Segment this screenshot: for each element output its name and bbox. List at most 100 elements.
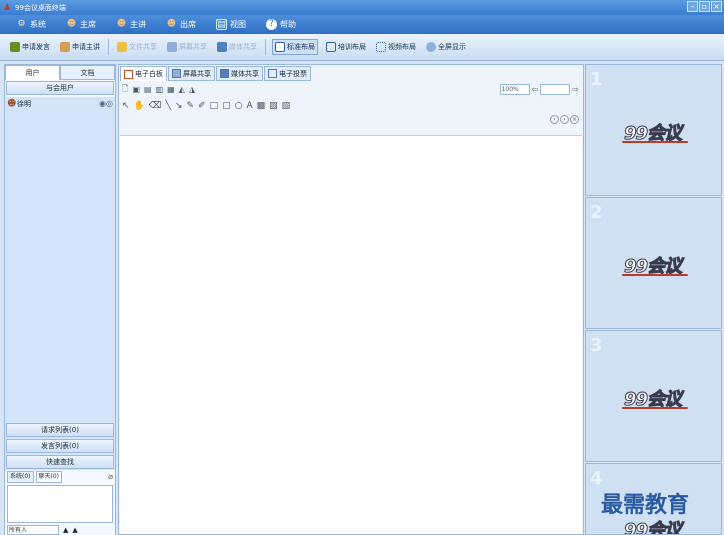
rectangle-tool-icon[interactable]: □ (210, 101, 219, 111)
layout-icon (275, 42, 285, 52)
button-label: 申请主讲 (72, 43, 100, 51)
tab-chat[interactable]: 聊天(0) (35, 470, 62, 483)
apply-lecture-button[interactable]: 申请主讲 (58, 40, 102, 54)
whiteboard-canvas[interactable] (120, 135, 582, 534)
restore-icon[interactable]: ▫ (699, 1, 710, 12)
standard-layout-button[interactable]: 标准布局 (272, 39, 318, 55)
button-label: 全屏显示 (438, 43, 466, 51)
media-icon (220, 69, 229, 78)
video-panel[interactable]: 2 99会议 (585, 197, 722, 329)
drawing-toolbar: ↖ ✋ ⌫ ╲ ↘ ✎ ✐ □ ▢ ○ A ▩ ▨ ▧ (119, 98, 583, 113)
chat-target-select[interactable]: 所有人 (7, 525, 59, 535)
next-icon[interactable]: › (560, 115, 569, 124)
zoom-select[interactable]: 100% (499, 84, 530, 95)
file-share-button[interactable]: 文件共享 (115, 40, 159, 54)
video-panel[interactable]: 1 99会议 (585, 64, 722, 196)
hand-tool-icon[interactable]: ✋ (134, 101, 145, 111)
tab-label: 电子投票 (279, 69, 307, 78)
apply-speak-button[interactable]: 申请发言 (8, 40, 52, 54)
logo-underline (622, 141, 688, 143)
menu-help[interactable]: ? 帮助 (266, 19, 296, 30)
undo-icon[interactable]: ◭ (179, 85, 185, 94)
menu-label: 主席 (80, 20, 96, 29)
user-icon: ☻ (7, 98, 17, 109)
menu-lecturer[interactable]: ☻ 主讲 (116, 19, 146, 30)
ellipse-tool-icon[interactable]: ○ (235, 101, 243, 111)
menu-attend[interactable]: ☻ 出席 (166, 19, 196, 30)
tab-label: 屏幕共享 (183, 69, 211, 78)
request-list-button[interactable]: 请求列表(0) (6, 423, 114, 437)
video-panel[interactable]: 3 99会议 (585, 330, 722, 462)
list-buttons: 请求列表(0) 发言列表(0) 快速查找 (6, 421, 114, 469)
panel-number: 1 (590, 69, 603, 90)
speak-list-button[interactable]: 发言列表(0) (6, 439, 114, 453)
watermark: 最需教育 (601, 492, 690, 518)
video-layout-button[interactable]: 视频布局 (374, 40, 418, 54)
pencil-tool-icon[interactable]: ✎ (186, 101, 194, 111)
line-width-icon[interactable]: ▧ (282, 101, 291, 111)
chat-panel: 系统(0) 聊天(0) ⌀ 所有人 ▲ ▲ (5, 470, 115, 535)
save-icon[interactable]: ▤ (144, 85, 152, 94)
left-panel: 用户 文档 与会用户 ☻ 徐明 ◉◎ 请求列表(0) 发言列表(0) 快速查找 … (4, 64, 116, 535)
whiteboard-icon (124, 69, 133, 79)
next-page-icon[interactable]: ⇨ (572, 85, 579, 94)
prev-page-icon[interactable]: ⇦ (532, 85, 539, 94)
attendees-header[interactable]: 与会用户 (6, 81, 114, 95)
training-layout-button[interactable]: 培训布局 (324, 40, 368, 54)
screen-icon (167, 42, 177, 52)
layout-icon (326, 42, 336, 52)
window-controls: – ▫ × (687, 1, 722, 12)
rounded-rect-tool-icon[interactable]: ▢ (222, 101, 231, 111)
menu-label: 视图 (230, 20, 246, 29)
close-icon[interactable]: × (570, 115, 579, 124)
button-label: 标准布局 (287, 43, 315, 51)
tab-documents[interactable]: 文档 (60, 65, 115, 80)
button-label: 屏幕共享 (179, 43, 207, 51)
media-share-button[interactable]: 媒体共享 (215, 40, 259, 54)
redo-icon[interactable]: ◮ (189, 85, 195, 94)
image-tool-icon[interactable]: ▩ (257, 101, 266, 111)
fullscreen-button[interactable]: 全屏显示 (424, 40, 468, 54)
chat-target-row: 所有人 ▲ ▲ (5, 525, 115, 535)
menu-chair[interactable]: ☻ 主席 (66, 19, 96, 30)
main-toolbar: 申请发言 申请主讲 文件共享 屏幕共享 媒体共享 标准布局 培训布局 视频布局 … (0, 34, 724, 61)
clear-icon[interactable]: ⌀ (108, 472, 113, 481)
quick-search-button[interactable]: 快速查找 (6, 455, 114, 469)
tab-vote[interactable]: 电子投票 (264, 66, 311, 81)
select-tool-icon[interactable]: ↖ (122, 101, 130, 111)
tab-users[interactable]: 用户 (5, 65, 60, 80)
menu-view[interactable]: ▤ 视图 (216, 19, 246, 30)
screen-share-button[interactable]: 屏幕共享 (165, 40, 209, 54)
eraser-tool-icon[interactable]: ⌫ (149, 101, 162, 111)
open-icon[interactable]: ▣ (132, 85, 140, 94)
arrow-tool-icon[interactable]: ↘ (175, 101, 183, 111)
color-tool-icon[interactable]: ▨ (269, 101, 278, 111)
menu-system[interactable]: ⚙ 系统 (16, 19, 46, 30)
tab-system[interactable]: 系统(0) (7, 470, 34, 483)
arrow-up-icon[interactable]: ▲ (72, 526, 77, 534)
tab-media-share[interactable]: 媒体共享 (216, 66, 263, 81)
title-bar: ♟ 99会议桌面终端 – ▫ × (0, 0, 724, 15)
minimize-icon[interactable]: – (687, 1, 698, 12)
separator (265, 39, 266, 55)
chat-messages[interactable] (7, 485, 113, 523)
line-tool-icon[interactable]: ╲ (166, 101, 171, 111)
export-icon[interactable]: ▥ (156, 85, 164, 94)
text-tool-icon[interactable]: A (246, 101, 252, 111)
button-label: 培训布局 (338, 43, 366, 51)
fullscreen-icon (426, 42, 436, 52)
view-icon: ▤ (216, 19, 227, 30)
close-icon[interactable]: × (711, 1, 722, 12)
chat-tabs: 系统(0) 聊天(0) ⌀ (5, 470, 115, 483)
tab-screen-share[interactable]: 屏幕共享 (168, 66, 215, 81)
tab-whiteboard[interactable]: 电子白板 (120, 66, 167, 81)
new-page-icon[interactable]: 🗋 (122, 83, 128, 97)
page-select[interactable] (540, 84, 571, 95)
prev-icon[interactable]: ‹ (550, 115, 559, 124)
list-item[interactable]: ☻ 徐明 ◉◎ (5, 97, 115, 110)
arrow-up-icon[interactable]: ▲ (63, 526, 68, 534)
print-icon[interactable]: ▦ (167, 85, 175, 94)
pen-tool-icon[interactable]: ✐ (198, 101, 206, 111)
mic-camera-icon: ◉◎ (99, 99, 113, 108)
button-label: 文件共享 (129, 43, 157, 51)
